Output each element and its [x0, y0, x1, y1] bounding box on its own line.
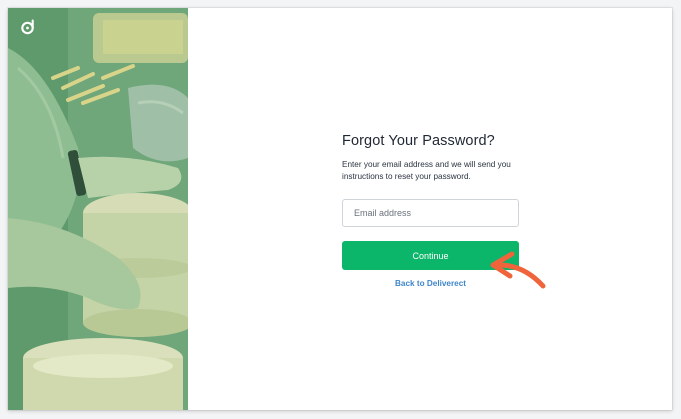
deliverect-logo-icon[interactable]: [20, 19, 36, 35]
instructions-text: Enter your email address and we will sen…: [342, 159, 542, 183]
page-title: Forgot Your Password?: [342, 133, 495, 149]
login-window: Forgot Your Password? Enter your email a…: [8, 8, 672, 410]
back-to-deliverect-link[interactable]: Back to Deliverect: [342, 279, 519, 288]
instructions-line-2: instructions to reset your password.: [342, 172, 471, 182]
food-packaging-illustration: [8, 8, 188, 410]
instructions-line-1: Enter your email address and we will sen…: [342, 160, 511, 169]
hero-image: [8, 8, 188, 410]
email-field[interactable]: [342, 199, 519, 227]
continue-button[interactable]: Continue: [342, 241, 519, 270]
